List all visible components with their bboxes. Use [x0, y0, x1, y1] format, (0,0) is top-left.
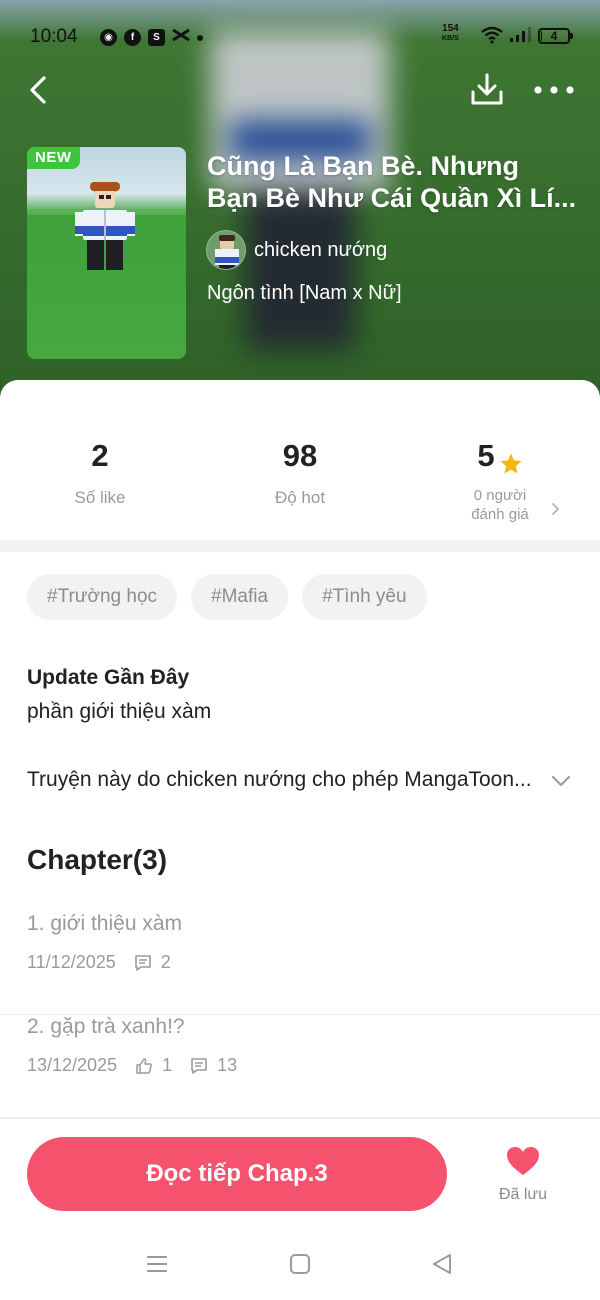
cover-character — [75, 182, 135, 272]
tag-mafia[interactable]: #Mafia — [191, 574, 289, 620]
rating-value-row: 5 — [400, 432, 600, 480]
author-avatar — [206, 230, 246, 270]
heart-icon — [505, 1147, 541, 1181]
author-name: chicken nướng — [254, 238, 388, 261]
back-nav-icon[interactable] — [430, 1252, 454, 1281]
discord-icon: ◉ — [100, 29, 117, 46]
continue-reading-button[interactable]: Đọc tiếp Chap.3 — [27, 1137, 447, 1211]
likes-value: 2 — [91, 438, 109, 473]
download-icon — [467, 73, 507, 114]
status-app-icons: ◉ f S — [100, 28, 203, 47]
like-icon — [135, 1057, 153, 1075]
chevron-down-icon — [551, 774, 571, 793]
book-title-line-2: Bạn Bè Như Cái Quần Xì Lí... — [207, 183, 577, 213]
more-options-button[interactable] — [532, 76, 576, 104]
home-icon[interactable] — [288, 1252, 312, 1281]
battery-level: 4 — [550, 29, 558, 43]
star-icon — [499, 442, 523, 490]
tag-tinh-yeu[interactable]: #Tình yêu — [302, 574, 427, 620]
chapter-meta: 13/12/2025 1 13 — [27, 1055, 237, 1076]
tag-list: #Trường học #Mafia #Tình yêu — [27, 574, 427, 620]
chapter-comment-count: 13 — [217, 1055, 238, 1075]
status-bar: 10:04 ◉ f S 154 KB/S 4 — [0, 22, 600, 54]
menu-icon[interactable] — [145, 1252, 169, 1281]
signal-icon — [509, 27, 531, 48]
chapter-date: 11/12/2025 — [27, 952, 116, 972]
saved-label: Đã lưu — [498, 1186, 548, 1203]
download-button[interactable] — [467, 70, 507, 110]
bottom-action-bar: Đọc tiếp Chap.3 Đã lưu — [0, 1118, 600, 1238]
chevron-right-icon — [550, 502, 562, 521]
stat-hot: 98 Độ hot — [200, 432, 400, 508]
chapter-like-count: 1 — [162, 1055, 173, 1075]
rating-label: 0 người đánh giá — [400, 486, 600, 524]
capcut-icon — [172, 28, 190, 47]
likes-label: Số like — [74, 488, 126, 507]
new-badge: NEW — [27, 147, 80, 169]
book-title: Cũng Là Bạn Bè. Nhưng Bạn Bè Như Cái Quầ… — [207, 150, 587, 214]
section-divider — [0, 540, 600, 552]
rating-value: 5 — [477, 438, 495, 473]
update-title: Update Gần Đây — [27, 666, 190, 689]
comment-icon — [134, 954, 152, 972]
net-speed-unit: KB/S — [442, 35, 459, 42]
status-time: 10:04 — [30, 26, 78, 47]
author[interactable]: chicken nướng — [206, 230, 387, 270]
permission-text: Truyện này do chicken nướng cho phép Man… — [27, 768, 532, 791]
book-genre: Ngôn tình [Nam x Nữ] — [207, 282, 402, 304]
book-title-line-1: Cũng Là Bạn Bè. Nhưng — [207, 151, 520, 181]
facebook-icon: f — [124, 29, 141, 46]
net-speed: 154 KB/S — [442, 24, 459, 44]
chapter-item[interactable]: 2. gặp trà xanh!? 13/12/2025 1 13 — [0, 1015, 600, 1118]
chapter-heading: Chapter(3) — [27, 844, 168, 875]
rating-label-count: 0 người — [473, 487, 527, 504]
chapter-date: 13/12/2025 — [27, 1055, 118, 1075]
more-horizontal-icon — [532, 86, 576, 108]
hot-label: Độ hot — [274, 488, 326, 507]
description-expand[interactable]: Truyện này do chicken nướng cho phép Man… — [27, 768, 575, 798]
chapter-title: 1. giới thiệu xàm — [27, 912, 183, 935]
saved-button[interactable]: Đã lưu — [487, 1145, 559, 1204]
stat-rating[interactable]: 5 0 người đánh giá — [400, 432, 600, 524]
book-cover[interactable]: NEW — [27, 147, 186, 359]
chevron-left-icon — [22, 76, 58, 112]
system-navigation-bar — [0, 1240, 600, 1300]
stats-row: 2 Số like 98 Độ hot 5 0 người đánh giá — [0, 432, 600, 542]
back-button[interactable] — [22, 72, 58, 108]
wifi-icon — [480, 26, 504, 49]
rating-label-text: đánh giá — [471, 506, 529, 523]
stat-likes: 2 Số like — [0, 432, 200, 508]
notification-dot — [197, 34, 203, 41]
hot-value: 98 — [282, 438, 318, 473]
net-speed-value: 154 — [442, 23, 459, 34]
chapter-meta: 11/12/2025 2 — [27, 952, 171, 973]
update-text: phần giới thiệu xàm — [27, 700, 212, 723]
tag-truong-hoc[interactable]: #Trường học — [27, 574, 178, 620]
comment-icon — [190, 1057, 208, 1075]
chapter-item[interactable]: 1. giới thiệu xàm 11/12/2025 2 — [0, 912, 600, 1015]
chapter-title: 2. gặp trà xanh!? — [27, 1015, 185, 1038]
battery-icon: 4 — [538, 28, 573, 44]
chapter-comment-count: 2 — [160, 952, 171, 972]
shopee-icon: S — [148, 29, 165, 46]
